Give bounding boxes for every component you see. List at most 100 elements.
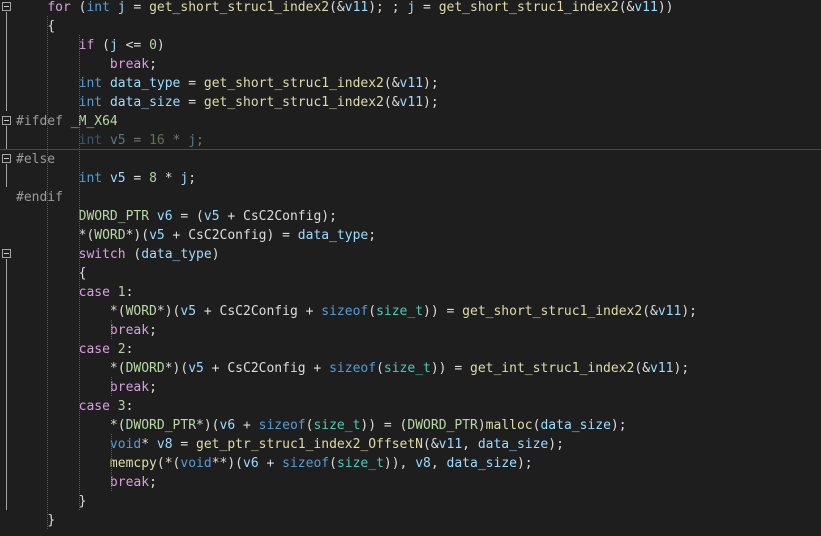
code-line[interactable]: case 3: xyxy=(0,397,821,416)
line-text: DWORD_PTR v6 = (v5 + CsC2Config); xyxy=(16,207,337,226)
code-token: data_size xyxy=(109,95,181,110)
code-line[interactable]: for (int j = get_short_struc1_index2(&v1… xyxy=(0,0,821,17)
code-token: DWORD_PTR xyxy=(78,209,150,224)
code-token: j xyxy=(109,38,118,53)
code-token: #ifdef xyxy=(16,114,63,129)
code-line[interactable]: int v5 = 16 * j; xyxy=(0,131,821,150)
indent-guide xyxy=(111,377,113,396)
code-token: + xyxy=(235,418,259,433)
line-text: int v5 = 8 * j; xyxy=(16,169,196,188)
code-token: )) = xyxy=(423,304,463,319)
code-token: (*( xyxy=(156,456,181,471)
collapse-icon[interactable] xyxy=(2,2,11,11)
code-line[interactable]: switch (data_type) xyxy=(0,245,821,264)
code-token: : xyxy=(125,342,134,357)
code-token: 3 xyxy=(117,399,126,414)
code-token: switch xyxy=(78,247,126,262)
code-token: break xyxy=(109,380,150,395)
collapse-icon[interactable] xyxy=(2,116,11,125)
code-token: = xyxy=(125,0,150,15)
code-token: = ( xyxy=(172,209,204,224)
code-line[interactable]: *(WORD*)(v5 + CsC2Config + sizeof(size_t… xyxy=(0,302,821,321)
code-line[interactable]: int data_size = get_short_struc1_index2(… xyxy=(0,93,821,112)
code-token: *)( xyxy=(164,361,189,376)
code-line[interactable]: { xyxy=(0,17,821,36)
code-line[interactable]: #else xyxy=(0,150,821,169)
line-text: *(DWORD_PTR*)(v6 + sizeof(size_t)) = (DW… xyxy=(16,416,627,435)
line-text: break; xyxy=(16,473,157,492)
code-token: (& xyxy=(329,0,345,15)
code-token: ( xyxy=(125,247,142,262)
collapse-icon[interactable] xyxy=(2,154,11,163)
code-line[interactable]: case 1: xyxy=(0,283,821,302)
code-token: = xyxy=(180,95,204,110)
code-token: v6 xyxy=(156,209,173,224)
indent-guide xyxy=(111,320,113,339)
code-token: v5 xyxy=(109,171,126,186)
code-token: sizeof xyxy=(282,456,330,471)
code-line[interactable]: void* v8 = get_ptr_struc1_index2_OffsetN… xyxy=(0,435,821,454)
code-line[interactable]: case 2: xyxy=(0,340,821,359)
code-line[interactable]: } xyxy=(0,492,821,511)
code-token: ); xyxy=(610,418,627,433)
code-line[interactable]: if (j <= 0) xyxy=(0,36,821,55)
line-text: for (int j = get_short_struc1_index2(&v1… xyxy=(16,0,673,17)
code-token: : xyxy=(125,399,134,414)
code-editor[interactable]: for (int j = get_short_struc1_index2(&v1… xyxy=(0,0,821,536)
code-line[interactable]: #endif xyxy=(0,188,821,207)
code-token: (& xyxy=(383,95,400,110)
code-token: )) = ( xyxy=(360,418,408,433)
code-token: , xyxy=(430,456,447,471)
code-line[interactable]: } xyxy=(0,511,821,530)
code-line[interactable]: break; xyxy=(0,321,821,340)
code-line[interactable]: DWORD_PTR v6 = (v5 + CsC2Config); xyxy=(0,207,821,226)
code-token: ( xyxy=(70,0,87,15)
code-token: v11 xyxy=(399,95,424,110)
code-token: ); xyxy=(516,456,533,471)
code-line[interactable]: *(DWORD_PTR*)(v6 + sizeof(size_t)) = (DW… xyxy=(0,416,821,435)
line-text: case 3: xyxy=(16,397,134,416)
code-token: v11 xyxy=(344,0,369,15)
code-token: size_t xyxy=(336,456,384,471)
code-line[interactable]: int data_type = get_short_struc1_index2(… xyxy=(0,74,821,93)
code-line[interactable]: *(WORD*)(v5 + CsC2Config) = data_type; xyxy=(0,226,821,245)
indent-guide xyxy=(111,434,113,491)
code-token: v5 xyxy=(180,304,197,319)
code-token: ); xyxy=(423,95,439,110)
code-line[interactable]: break; xyxy=(0,378,821,397)
line-text: #endif xyxy=(16,188,63,207)
code-token: size_t xyxy=(383,361,431,376)
code-token: int xyxy=(78,171,103,186)
code-token: malloc xyxy=(485,418,533,433)
code-token: data_size xyxy=(477,437,549,452)
code-token: WORD xyxy=(94,228,126,243)
code-token: get_short_struc1_index2 xyxy=(203,95,384,110)
code-token: + CsC2Config); xyxy=(219,209,337,224)
code-token: ; xyxy=(149,57,157,72)
code-token: ; xyxy=(149,380,157,395)
code-line[interactable]: break; xyxy=(0,473,821,492)
code-token: v5 xyxy=(149,228,165,243)
code-line[interactable]: { xyxy=(0,264,821,283)
collapse-icon[interactable] xyxy=(2,249,11,258)
code-token: #else xyxy=(16,152,56,167)
line-text: break; xyxy=(16,321,157,340)
code-token: #endif xyxy=(16,190,63,205)
code-token: v11 xyxy=(650,361,674,376)
code-line[interactable]: #ifdef _M_X64 xyxy=(0,112,821,131)
code-line[interactable]: int v5 = 8 * j; xyxy=(0,169,821,188)
code-token: case xyxy=(78,342,110,357)
code-token: = xyxy=(180,76,204,91)
code-line[interactable]: break; xyxy=(0,55,821,74)
code-token: sizeof xyxy=(258,418,306,433)
code-line[interactable]: memcpy(*(void**)(v6 + sizeof(size_t)), v… xyxy=(0,454,821,473)
code-token: ; xyxy=(196,133,204,148)
code-token: 2 xyxy=(117,342,126,357)
line-text: #else xyxy=(16,150,55,169)
code-line[interactable]: *(DWORD*)(v5 + CsC2Config + sizeof(size_… xyxy=(0,359,821,378)
line-text: *(DWORD*)(v5 + CsC2Config + sizeof(size_… xyxy=(16,359,689,378)
